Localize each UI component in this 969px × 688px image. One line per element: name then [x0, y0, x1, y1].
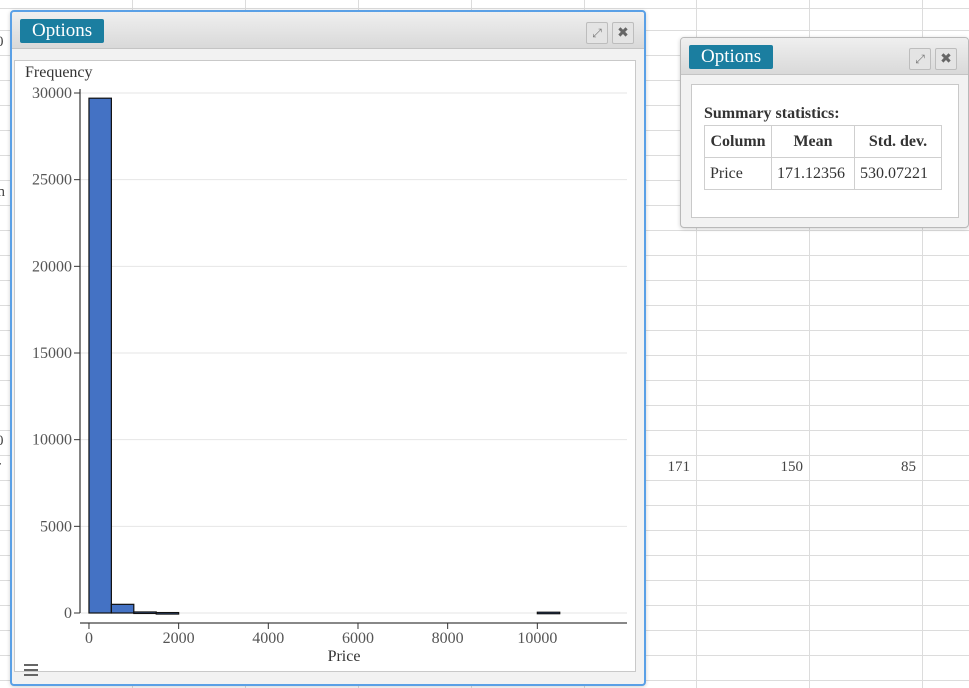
x-tick-label: 8000 — [432, 630, 464, 647]
table-cell: Price — [704, 157, 772, 190]
cell-fragment[interactable]: 0 — [0, 433, 8, 450]
chart-area: 0 5000 10000 15000 20000 25000 30000 0 2000 4000… — [14, 60, 636, 672]
options-button[interactable]: Options — [20, 19, 105, 43]
panel-header[interactable]: Options ⤢ ✖ — [681, 38, 968, 75]
column-header: Std. dev. — [854, 125, 942, 158]
cell-value[interactable]: 85 — [846, 459, 916, 476]
summary-stats-panel[interactable]: Options ⤢ ✖ Summary statistics: Column M… — [680, 37, 969, 228]
table-row: Price 171.12356 530.07221 — [704, 157, 942, 190]
column-header: Column — [704, 125, 772, 158]
histogram-chart: 0 5000 10000 15000 20000 25000 30000 0 2000 4000… — [25, 64, 627, 665]
cell-value[interactable]: 150 — [733, 459, 804, 476]
stats-title: Summary statistics: — [704, 105, 840, 122]
table-cell: 171.12356 — [771, 157, 855, 190]
column-header: Mean — [771, 125, 855, 158]
y-tick-label: 10000 — [32, 432, 72, 449]
x-tick-label: 6000 — [342, 630, 374, 647]
y-tick-label: 5000 — [40, 518, 72, 535]
table-cell: 530.07221 — [854, 157, 942, 190]
x-tick-label: 2000 — [163, 630, 195, 647]
hamburger-menu-icon[interactable] — [24, 664, 38, 676]
cell-fragment[interactable]: r — [0, 458, 8, 475]
x-tick-label: 10000 — [517, 630, 557, 647]
y-axis-label: Frequency — [25, 64, 93, 81]
options-button[interactable]: Options — [689, 45, 774, 69]
cell-fragment[interactable]: 0 — [0, 34, 8, 51]
stats-table: Column Mean Std. dev. Price 171.12356 53… — [704, 125, 942, 190]
spreadsheet-workspace: 171 150 85 0 on 0 r Options ⤢ ✖ 05000100… — [0, 0, 969, 688]
y-tick-label: 25000 — [32, 172, 72, 189]
cell-fragment[interactable]: on — [0, 184, 10, 201]
histogram-bar — [88, 97, 112, 614]
x-axis-label: Price — [328, 648, 361, 665]
y-tick-label: 30000 — [32, 85, 72, 102]
histogram-bar — [133, 611, 157, 615]
expand-icon[interactable]: ⤢ — [586, 22, 608, 44]
stats-body: Summary statistics: Column Mean Std. dev… — [691, 84, 959, 218]
table-header-row: Column Mean Std. dev. — [704, 125, 942, 158]
histogram-bar — [155, 611, 180, 615]
x-tick-label: 4000 — [252, 630, 284, 647]
y-tick-label: 0 — [64, 605, 72, 622]
close-icon[interactable]: ✖ — [935, 48, 957, 70]
close-icon[interactable]: ✖ — [612, 22, 634, 44]
histogram-panel[interactable]: Options ⤢ ✖ 0 5000 10000 15000 20000 25000 300… — [10, 10, 646, 686]
expand-icon[interactable]: ⤢ — [909, 48, 931, 70]
y-tick-label: 15000 — [32, 345, 72, 362]
y-tick-label: 20000 — [32, 258, 72, 275]
x-tick-label: 0 — [85, 630, 93, 647]
panel-header[interactable]: Options ⤢ ✖ — [12, 12, 644, 49]
histogram-bar — [110, 603, 135, 614]
histogram-bar — [536, 611, 561, 615]
